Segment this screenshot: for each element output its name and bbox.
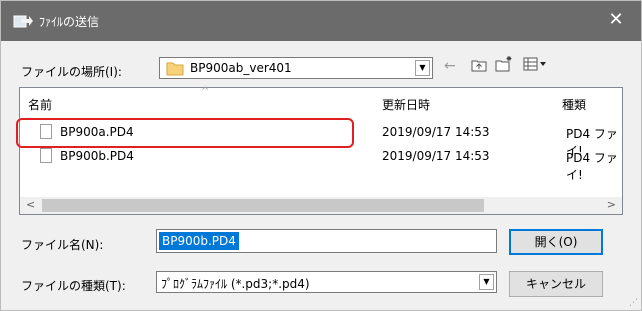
chevron-down-icon[interactable]: ▼ [415, 60, 430, 76]
resize-grip-icon[interactable]: ⋰ [629, 298, 639, 308]
scroll-thumb[interactable] [42, 199, 484, 212]
title-bar[interactable]: ﾌｧｲﾙの送信 ✕ [1, 1, 641, 41]
chevron-down-icon[interactable]: ▼ [479, 274, 494, 290]
sort-caret-icon: ^ [201, 86, 210, 97]
window-title: ﾌｧｲﾙの送信 [39, 15, 100, 29]
file-send-dialog: ﾌｧｲﾙの送信 ✕ ファイルの場所(I): BP900ab_ver401 ▼ ←… [0, 0, 642, 311]
filename-input[interactable]: BP900b.PD4 [156, 229, 497, 253]
filetype-value: ﾌﾟﾛｸﾞﾗﾑﾌｧｲﾙ (*.pd3;*.pd4) [161, 277, 310, 291]
file-date: 2019/09/17 14:53 [382, 149, 490, 163]
scroll-right-icon[interactable]: > [607, 198, 616, 211]
location-value: BP900ab_ver401 [190, 61, 292, 75]
column-header-date[interactable]: 更新日時 [382, 96, 430, 113]
open-button[interactable]: 開く(O) [509, 229, 603, 255]
new-folder-icon[interactable] [495, 55, 513, 77]
app-icon [13, 13, 33, 29]
file-type: PD4 ファイ! [566, 151, 618, 182]
file-date: 2019/09/17 14:53 [382, 125, 490, 139]
view-menu-icon[interactable] [523, 57, 547, 75]
column-header-name[interactable]: 名前 [28, 96, 52, 113]
filename-label: ファイル名(N): [21, 238, 104, 252]
filename-value: BP900b.PD4 [159, 232, 239, 250]
highlight-box [16, 118, 354, 148]
location-label: ファイルの場所(I): [21, 65, 122, 79]
filetype-label: ファイルの種類(T): [21, 279, 126, 293]
column-header-type[interactable]: 種類 [562, 96, 586, 113]
up-folder-icon[interactable] [471, 57, 487, 77]
file-icon [40, 148, 52, 163]
file-list[interactable]: ^ 名前 更新日時 種類 BP900a.PD4 2019/09/17 14:53… [16, 86, 623, 215]
filetype-dropdown[interactable]: ﾌﾟﾛｸﾞﾗﾑﾌｧｲﾙ (*.pd3;*.pd4) ▼ [156, 271, 497, 293]
location-dropdown[interactable]: BP900ab_ver401 ▼ [159, 57, 433, 79]
close-icon[interactable]: ✕ [605, 9, 627, 31]
horizontal-scrollbar[interactable]: < > [20, 197, 622, 214]
scroll-left-icon[interactable]: < [26, 198, 35, 211]
cancel-button[interactable]: キャンセル [509, 271, 603, 297]
folder-icon [166, 60, 184, 79]
back-icon[interactable]: ← [444, 58, 456, 74]
file-name: BP900b.PD4 [60, 149, 134, 163]
